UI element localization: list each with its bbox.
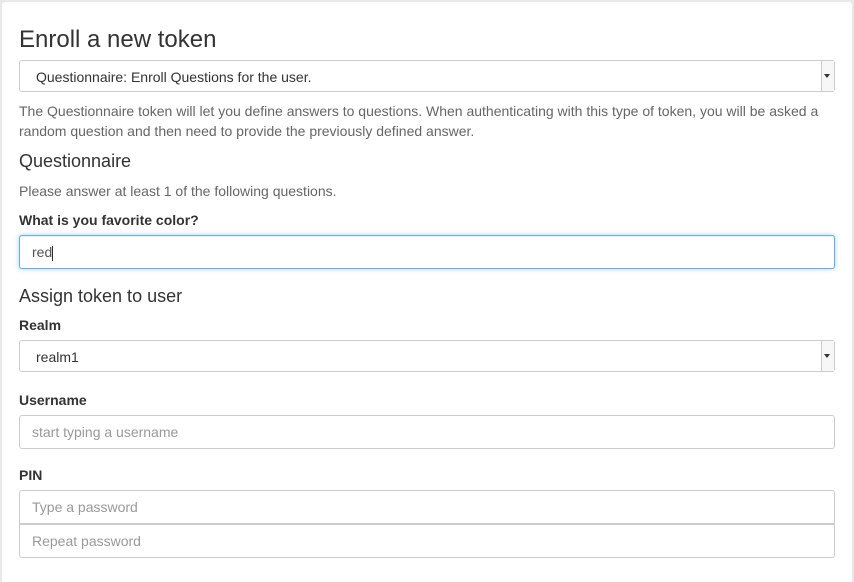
token-type-select[interactable]: Questionnaire: Enroll Questions for the … [19,60,835,92]
username-placeholder: start typing a username [32,424,179,440]
questionnaire-instruction: Please answer at least 1 of the followin… [19,183,337,199]
favorite-color-answer-input[interactable]: red [19,235,835,269]
realm-label: Realm [19,317,62,333]
pin-label: PIN [19,467,43,483]
pin-input[interactable]: Type a password [19,490,835,524]
pin-repeat-placeholder: Repeat password [32,533,141,549]
username-input[interactable]: start typing a username [19,415,835,449]
questionnaire-heading: Questionnaire [19,151,132,171]
question-label: What is you favorite color? [19,212,199,228]
page-title: Enroll a new token [19,26,217,53]
realm-select[interactable]: realm1 [19,340,835,372]
answer-value: red [32,244,53,260]
username-label: Username [19,392,87,408]
token-type-dropdown-toggle[interactable] [821,61,834,91]
token-type-selected-value: Questionnaire: Enroll Questions for the … [36,69,312,85]
enroll-panel: Enroll a new token Questionnaire: Enroll… [2,2,852,582]
realm-selected-value: realm1 [36,349,79,365]
pin-placeholder: Type a password [32,499,138,515]
text-cursor [52,245,54,261]
realm-dropdown-toggle[interactable] [821,341,834,371]
token-type-description: The Questionnaire token will let you def… [19,103,819,139]
pin-repeat-input[interactable]: Repeat password [19,524,835,558]
caret-down-icon [824,74,830,78]
caret-down-icon [824,354,830,358]
assign-token-heading: Assign token to user [19,286,183,306]
